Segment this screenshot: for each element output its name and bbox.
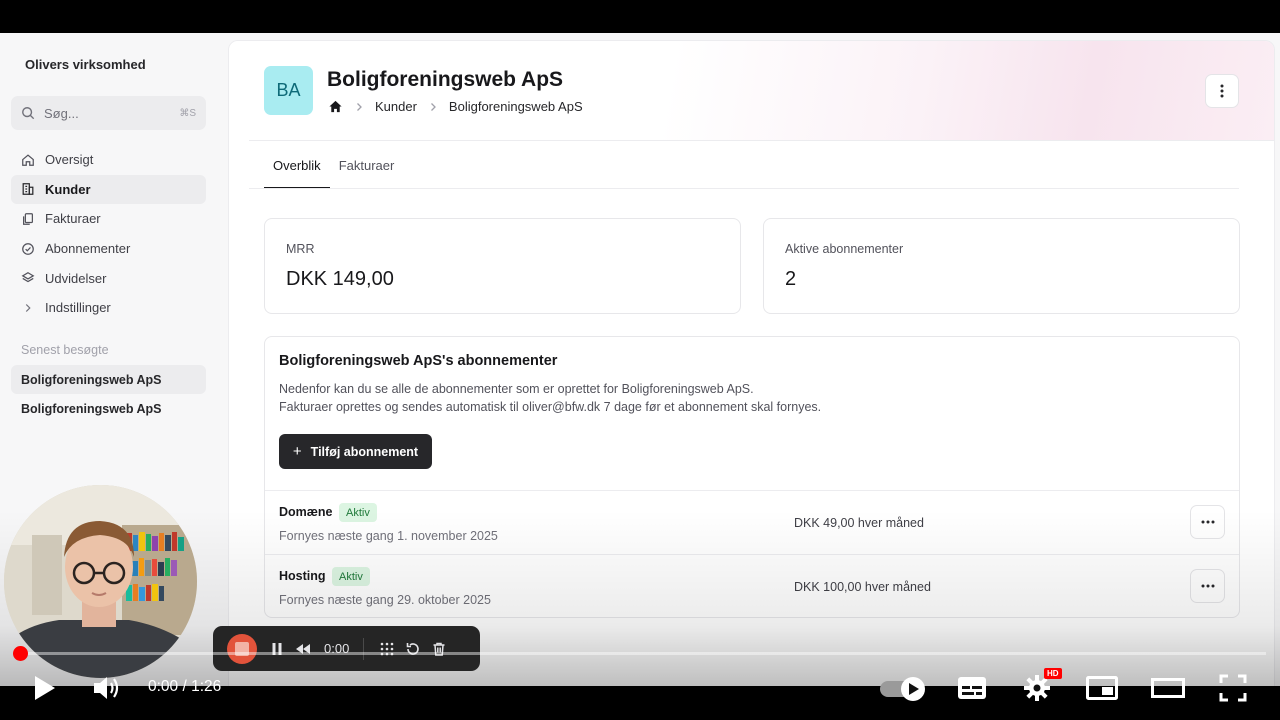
vertical-dots-icon <box>1220 84 1224 98</box>
subscriptions-section: Boligforeningsweb ApS's abonnementer Ned… <box>264 336 1240 618</box>
progress-scrubber[interactable] <box>13 646 28 661</box>
active-subscriptions-label: Aktive abonnementer <box>785 242 904 256</box>
description-line: Nedenfor kan du se alle de abonnementer … <box>279 382 754 396</box>
search-icon <box>22 107 35 120</box>
building-icon <box>22 183 34 196</box>
horizontal-dots-icon <box>1201 520 1214 524</box>
breadcrumb-current: Boligforeningsweb ApS <box>448 99 583 114</box>
theater-mode-icon[interactable] <box>1151 678 1185 698</box>
home-icon <box>22 154 34 166</box>
webcam-bubble[interactable] <box>4 485 197 678</box>
documents-icon <box>23 213 33 225</box>
tab-fakturaer[interactable]: Fakturaer <box>330 149 404 189</box>
sidebar-item-indstillinger[interactable]: Indstillinger <box>11 293 206 323</box>
recent-item[interactable]: Boligforeningsweb ApS <box>11 394 206 423</box>
sidebar-item-label: Indstillinger <box>45 300 111 316</box>
sidebar-item-label: Udvidelser <box>45 270 107 286</box>
tab-bar: Overblik Fakturaer <box>264 149 403 189</box>
recent-heading: Senest besøgte <box>21 343 109 357</box>
active-subscriptions-value: 2 <box>785 268 797 290</box>
sidebar-item-label: Oversigt <box>45 152 94 168</box>
volume-icon[interactable] <box>93 675 121 701</box>
subscription-price: DKK 49,00 hver måned <box>794 516 924 530</box>
sidebar-item-kunder[interactable]: Kunder <box>11 174 206 205</box>
home-icon[interactable] <box>328 99 343 114</box>
miniplayer-icon[interactable] <box>1086 676 1118 700</box>
chevron-right-icon <box>430 102 436 111</box>
description-line: Fakturaer oprettes og sendes automatisk … <box>279 400 822 414</box>
sidebar-item-abonnementer[interactable]: Abonnementer <box>11 234 206 264</box>
subscriptions-title: Boligforeningsweb ApS's abonnementer <box>279 353 558 369</box>
sidebar-item-fakturaer[interactable]: Fakturaer <box>11 204 206 234</box>
recent-list: Boligforeningsweb ApS Boligforeningsweb … <box>11 365 206 423</box>
row-actions-button[interactable] <box>1190 569 1225 603</box>
breadcrumb-kunder[interactable]: Kunder <box>375 99 417 114</box>
video-progress-bar[interactable] <box>20 652 1266 655</box>
layers-icon <box>21 272 35 283</box>
active-subscriptions-card: Aktive abonnementer 2 <box>763 218 1240 314</box>
status-badge: Aktiv <box>339 503 377 522</box>
mrr-value: DKK 149,00 <box>286 268 394 290</box>
search-shortcut: ⌘S <box>179 107 196 119</box>
add-subscription-label: Tilføj abonnement <box>310 444 419 459</box>
header-divider <box>249 140 1274 141</box>
stop-recording-button[interactable] <box>227 633 257 664</box>
toolbar-divider <box>363 637 365 660</box>
subscription-price: DKK 100,00 hver måned <box>794 580 931 594</box>
breadcrumb: Kunder Boligforeningsweb ApS <box>328 99 583 114</box>
sidebar-item-oversigt[interactable]: Oversigt <box>11 145 206 175</box>
customer-avatar: BA <box>264 66 313 115</box>
organization-name[interactable]: Olivers virksomhed <box>25 57 146 72</box>
subscription-row: Domæne Aktiv Fornyes næste gang 1. novem… <box>265 490 1239 554</box>
main-panel: BA Boligforeningsweb ApS Kunder Boligfor… <box>228 40 1275 686</box>
autoplay-toggle-icon[interactable] <box>879 676 927 702</box>
play-icon[interactable] <box>33 675 57 701</box>
hd-badge: HD <box>1044 668 1062 679</box>
webcam-person-image <box>4 485 197 678</box>
sidebar-item-label: Kunder <box>45 181 91 197</box>
chevron-right-icon <box>25 303 31 312</box>
page-title: Boligforeningsweb ApS <box>327 68 564 91</box>
renewal-date: Fornyes næste gang 1. november 2025 <box>279 529 498 543</box>
check-circle-icon <box>22 242 34 255</box>
sidebar-nav: Oversigt Kunder Fakturaer Abonnementer U… <box>11 145 206 323</box>
row-actions-button[interactable] <box>1190 505 1225 539</box>
sidebar-item-label: Fakturaer <box>45 211 101 227</box>
horizontal-dots-icon <box>1201 584 1214 588</box>
search-placeholder: Søg... <box>44 105 79 121</box>
tabs-divider <box>249 188 1239 189</box>
plus-icon: + <box>292 443 302 460</box>
tab-overblik[interactable]: Overblik <box>264 149 330 189</box>
add-subscription-button[interactable]: + Tilføj abonnement <box>279 434 432 469</box>
video-time: 0:00 / 1:26 <box>148 678 222 695</box>
mrr-card: MRR DKK 149,00 <box>264 218 741 314</box>
subscriptions-description: Nedenfor kan du se alle de abonnementer … <box>279 380 821 416</box>
search-input[interactable]: Søg... ⌘S <box>11 96 206 130</box>
more-options-button[interactable] <box>1205 74 1239 108</box>
status-badge: Aktiv <box>332 567 370 586</box>
chevron-right-icon <box>357 102 362 111</box>
mrr-label: MRR <box>286 242 315 256</box>
recent-item[interactable]: Boligforeningsweb ApS <box>11 365 206 394</box>
subscription-name: Domæne <box>279 505 333 519</box>
subscription-row: Hosting Aktiv Fornyes næste gang 29. okt… <box>265 554 1239 617</box>
subtitles-icon[interactable] <box>957 676 987 700</box>
sidebar-item-label: Abonnementer <box>45 241 131 257</box>
renewal-date: Fornyes næste gang 29. oktober 2025 <box>279 593 491 607</box>
fullscreen-icon[interactable] <box>1219 674 1247 702</box>
recording-toolbar: 0:00 <box>213 626 480 671</box>
sidebar-item-udvidelser[interactable]: Udvidelser <box>11 263 206 293</box>
subscription-name: Hosting <box>279 569 326 583</box>
